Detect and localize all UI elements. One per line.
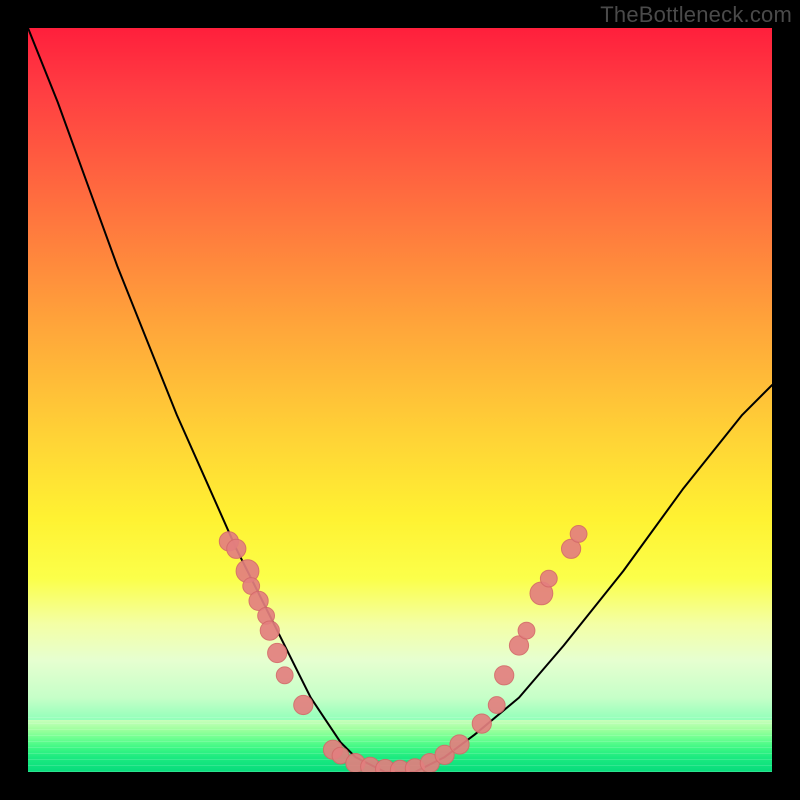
safe-zone-band xyxy=(28,720,772,772)
frame-border: TheBottleneck.com xyxy=(0,0,800,800)
gradient-plot-area xyxy=(28,28,772,772)
watermark-text: TheBottleneck.com xyxy=(600,2,792,28)
